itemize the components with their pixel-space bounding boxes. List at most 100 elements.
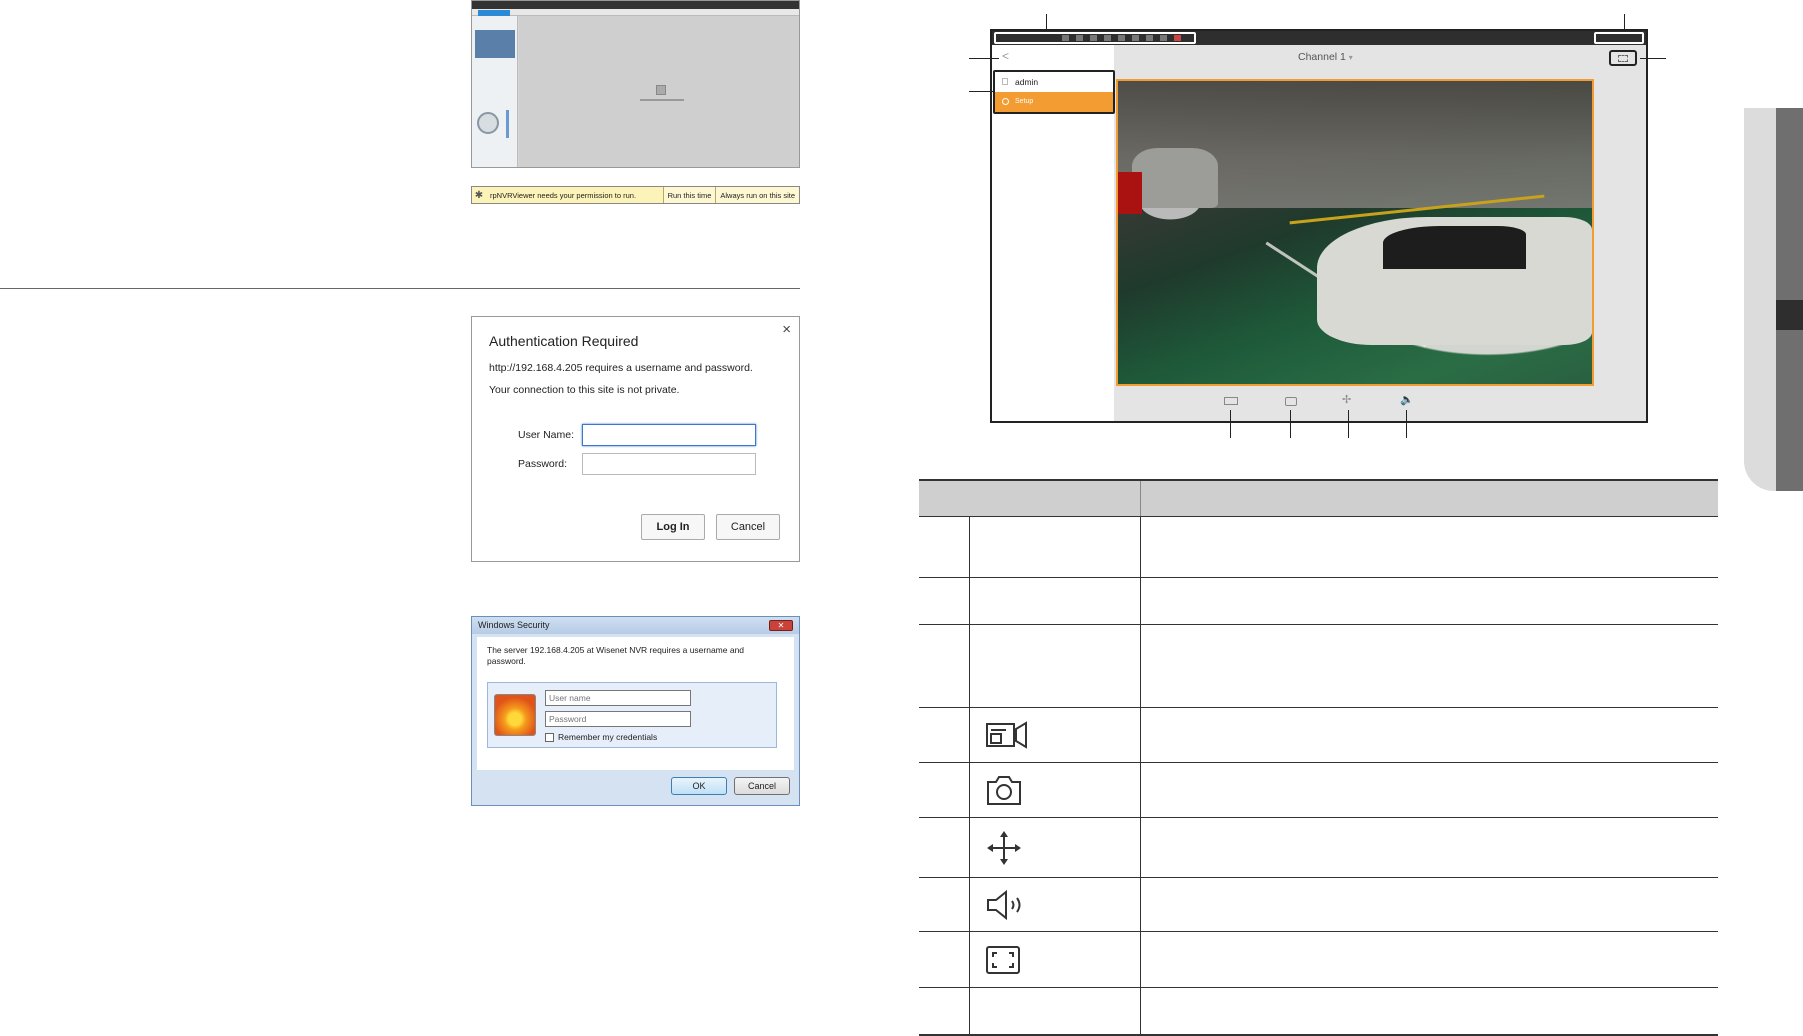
callout-line — [1406, 410, 1407, 438]
table-row — [919, 988, 1718, 1036]
credential-tile: Remember my credentials — [487, 682, 777, 748]
close-icon[interactable]: ✕ — [769, 620, 793, 631]
live-video — [1116, 79, 1594, 386]
speaker-icon — [987, 889, 1021, 920]
layout-buttons[interactable] — [475, 30, 515, 58]
parked-car — [1118, 171, 1142, 215]
column-divider — [1140, 708, 1141, 762]
remember-checkbox[interactable] — [545, 732, 554, 742]
user-tile-icon — [494, 694, 536, 736]
column-divider — [969, 578, 970, 624]
auth-message: http://192.168.4.205 requires a username… — [489, 362, 753, 374]
window-title: Windows Security — [472, 617, 799, 634]
column-divider — [969, 932, 970, 987]
login-button[interactable]: Log In — [641, 514, 705, 540]
fullscreen-button[interactable] — [1609, 50, 1637, 66]
column-divider — [1140, 481, 1141, 516]
username-label: User Name: — [518, 429, 575, 441]
column-divider — [969, 517, 970, 577]
column-divider — [969, 878, 970, 931]
username-input[interactable] — [545, 690, 691, 706]
audio-icon[interactable]: 🔈 — [1400, 393, 1414, 406]
column-divider — [969, 708, 970, 762]
always-run-button[interactable]: Always run on this site — [715, 187, 799, 203]
callout-line — [969, 91, 993, 92]
authentication-dialog: × Authentication Required http://192.168… — [471, 316, 800, 562]
gear-icon — [1002, 98, 1009, 105]
menu-item-admin[interactable]: admin — [995, 72, 1113, 94]
password-input[interactable] — [545, 711, 691, 727]
parked-car — [1132, 147, 1218, 209]
table-row — [919, 932, 1718, 988]
capture-icon[interactable] — [1285, 397, 1297, 406]
table-row — [919, 578, 1718, 625]
record-icon — [986, 721, 1027, 749]
zoom-slider[interactable] — [506, 110, 509, 138]
ok-button[interactable]: OK — [671, 777, 727, 795]
user-menu: admin Setup — [993, 70, 1115, 114]
menu-item-setup[interactable]: Setup — [995, 92, 1113, 112]
table-header — [919, 479, 1718, 517]
plugin-viewer-screenshot — [471, 0, 800, 168]
username-input[interactable] — [582, 424, 756, 446]
car-window — [1383, 226, 1526, 269]
column-divider — [1140, 517, 1141, 577]
column-divider — [969, 818, 970, 877]
column-divider — [969, 763, 970, 817]
ptz-move-icon — [987, 830, 1021, 865]
header-menu-highlight — [994, 32, 1196, 44]
column-divider — [1140, 763, 1141, 817]
chapter-tab-marker — [1776, 300, 1803, 330]
column-divider — [1140, 988, 1141, 1034]
column-divider — [1140, 878, 1141, 931]
admin-label: admin — [1015, 77, 1039, 87]
column-divider — [969, 625, 970, 707]
table-row — [919, 625, 1718, 708]
run-this-time-button[interactable]: Run this time — [662, 187, 716, 203]
column-divider — [969, 988, 970, 1034]
callout-line — [1230, 410, 1231, 438]
live-viewer-screenshot: < admin Setup Channel 1 ▾ ✢ 🔈 — [990, 29, 1648, 423]
table-row — [919, 878, 1718, 932]
callout-line — [1046, 14, 1047, 30]
password-label: Password: — [518, 458, 568, 470]
table-row — [919, 708, 1718, 763]
chevron-down-icon: ▾ — [1348, 53, 1353, 62]
windows-security-dialog: Windows Security ✕ The server 192.168.4.… — [471, 616, 800, 806]
password-input[interactable] — [582, 453, 756, 475]
user-icon — [1002, 78, 1008, 85]
callout-line — [1348, 410, 1349, 438]
table-row — [919, 517, 1718, 578]
viewer-tabbar — [472, 9, 799, 16]
channel-label: Channel 1 — [1298, 51, 1346, 63]
ptz-knob[interactable] — [477, 112, 499, 134]
plugin-permission-bar: ✱ rpNVRViewer needs your permission to r… — [471, 186, 800, 204]
browser-toolbar — [472, 1, 799, 9]
remember-credentials[interactable]: Remember my credentials — [545, 732, 657, 742]
fullscreen-icon — [1618, 55, 1628, 62]
camera-icon — [987, 776, 1021, 805]
puzzle-icon: ✱ — [474, 189, 484, 201]
column-divider — [1140, 932, 1141, 987]
section-divider — [0, 288, 800, 289]
server-message: The server 192.168.4.205 at Wisenet NVR … — [487, 645, 745, 666]
plugin-caption — [640, 99, 684, 101]
ptz-move-icon[interactable]: ✢ — [1342, 393, 1351, 406]
fullscreen-icon — [986, 945, 1020, 974]
cancel-button[interactable]: Cancel — [734, 777, 790, 795]
privacy-warning: Your connection to this site is not priv… — [489, 384, 680, 396]
cancel-button[interactable]: Cancel — [716, 514, 780, 540]
record-icon[interactable] — [1224, 397, 1238, 405]
callout-line — [1624, 14, 1625, 30]
column-divider — [1140, 625, 1141, 707]
viewer-header — [992, 31, 1646, 45]
channel-selector[interactable]: Channel 1 ▾ — [1298, 51, 1353, 63]
table-row — [919, 763, 1718, 818]
column-divider — [1140, 818, 1141, 877]
permission-message: rpNVRViewer needs your permission to run… — [490, 190, 637, 200]
close-icon[interactable]: × — [782, 321, 791, 338]
callout-line — [1290, 410, 1291, 438]
back-arrow-icon[interactable]: < — [1002, 49, 1009, 63]
header-shutdown-highlight — [1594, 32, 1644, 44]
table-row — [919, 818, 1718, 878]
